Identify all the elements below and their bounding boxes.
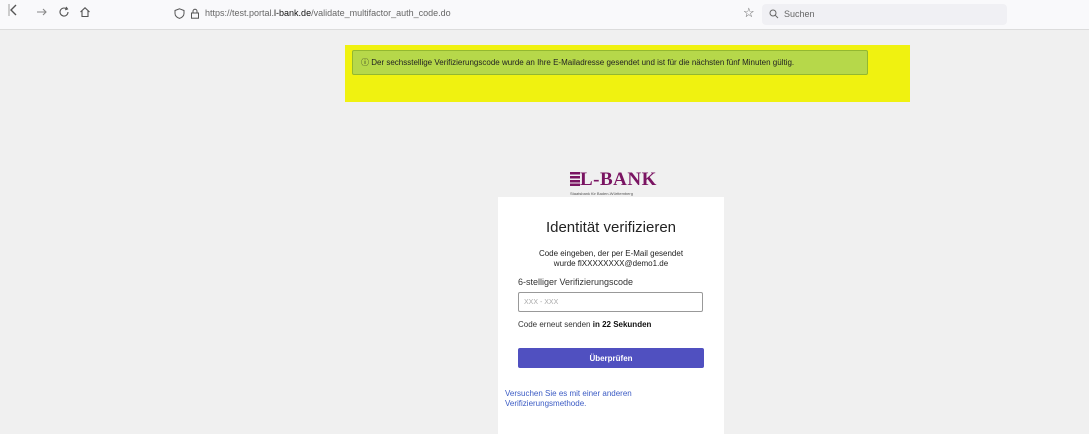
verification-code-input[interactable]: [518, 292, 703, 312]
other-method-link[interactable]: Versuchen Sie es mit einer anderen Verif…: [505, 389, 691, 409]
url-text[interactable]: https://test.portal.l-bank.de/validate_m…: [205, 8, 451, 18]
url-domain: l-bank.de: [274, 8, 312, 18]
url-prefix: https://test.portal.: [205, 8, 275, 18]
instruction-line-1: Code eingeben, der per E-Mail gesendet: [538, 249, 684, 258]
lock-icon[interactable]: [190, 8, 200, 19]
info-notice: ⓘ Der sechsstellige Verifizierungscode w…: [352, 50, 868, 75]
code-field-label: 6-stelliger Verifizierungscode: [518, 277, 634, 287]
instruction-text: Code eingeben, der per E-Mail gesendet w…: [518, 249, 704, 269]
verify-button[interactable]: Überprüfen: [518, 348, 704, 368]
bookmark-star-icon[interactable]: ☆: [743, 5, 755, 21]
logo-bars-icon: [570, 172, 580, 186]
reload-icon[interactable]: [55, 5, 73, 23]
logo-wordmark: L-BANK: [570, 170, 665, 189]
home-icon[interactable]: [76, 5, 94, 23]
logo-name: L-BANK: [580, 169, 657, 190]
verification-card: Identität verifizieren Code eingeben, de…: [498, 197, 724, 434]
resend-prefix: Code erneut senden: [518, 320, 593, 329]
notice-text: ⓘ Der sechsstellige Verifizierungscode w…: [361, 58, 795, 67]
l-bank-logo: L-BANK Staatsbank für Baden-Württemberg: [570, 170, 665, 198]
resend-timer: in 22 Sekunden: [592, 320, 652, 329]
tracking-protection-icon[interactable]: [174, 8, 185, 19]
instruction-line-2: wurde flXXXXXXXX@demo1.de: [553, 259, 669, 268]
search-placeholder: Suchen: [784, 9, 815, 19]
forward-icon[interactable]: [33, 5, 51, 23]
url-path: /validate_multifactor_auth_code.do: [311, 8, 451, 18]
resend-code-text: Code erneut senden in 22 Sekunden: [518, 320, 651, 329]
url-bar[interactable]: https://test.portal.l-bank.de/validate_m…: [165, 4, 790, 25]
page-title: Identität verifizieren: [545, 219, 677, 236]
back-icon[interactable]: [5, 3, 23, 21]
search-box[interactable]: Suchen: [762, 4, 1007, 25]
browser-toolbar: https://test.portal.l-bank.de/validate_m…: [0, 0, 1089, 30]
search-icon: [769, 9, 779, 19]
logo-tagline: Staatsbank für Baden-Württemberg: [570, 191, 633, 196]
